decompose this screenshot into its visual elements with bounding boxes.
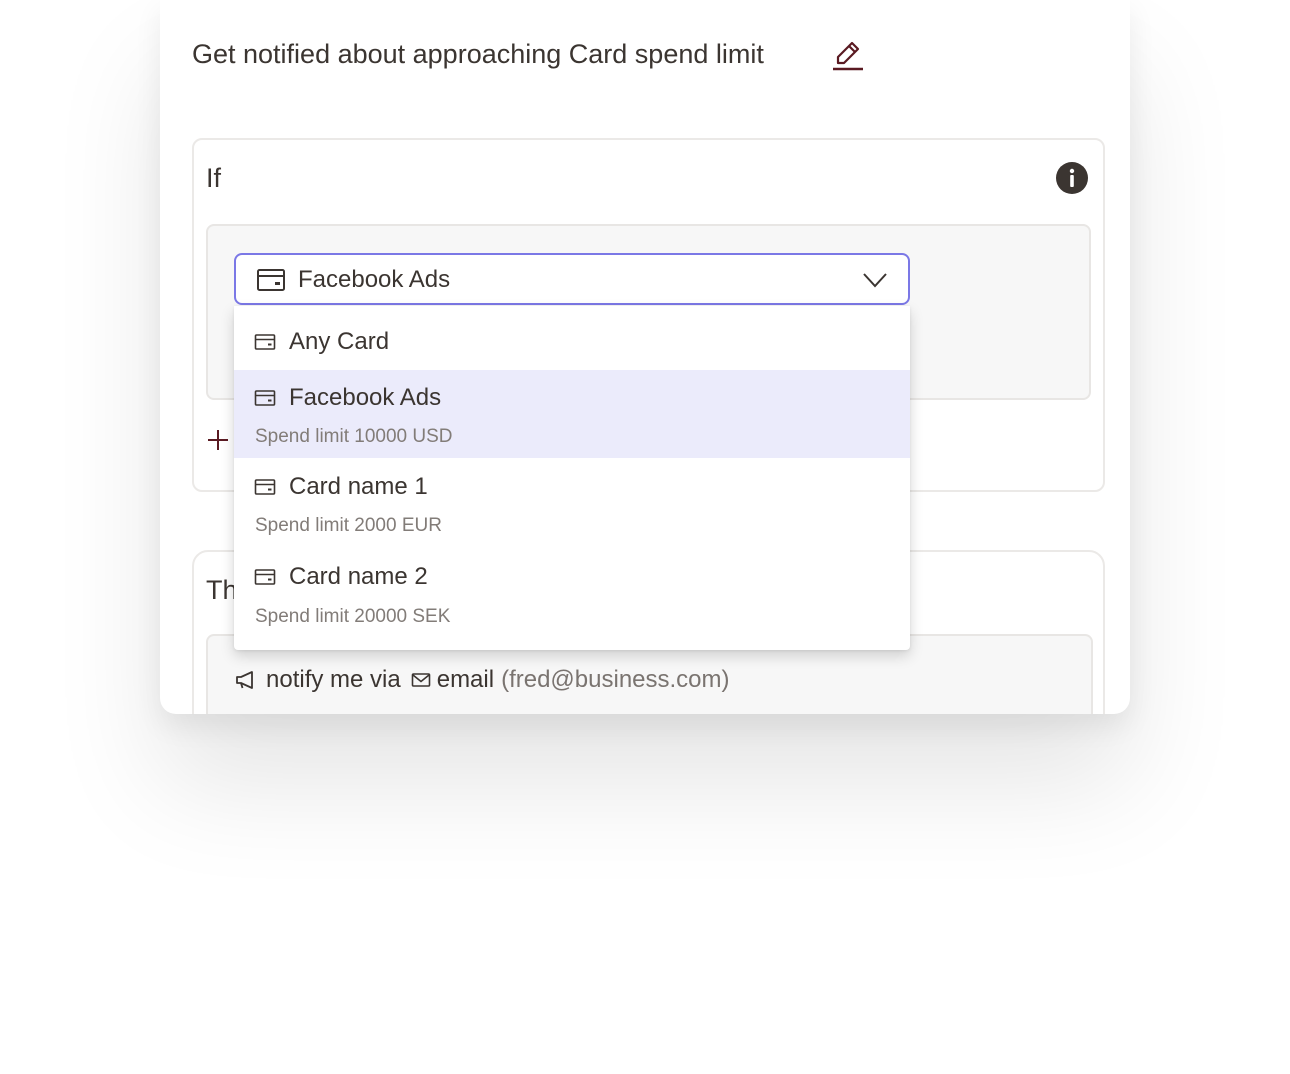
card-select-value: Facebook Ads — [298, 266, 451, 293]
megaphone-icon — [236, 671, 253, 689]
option-spend-limit: Spend limit 20000 SEK — [255, 606, 451, 627]
then-label: Th — [206, 575, 238, 605]
credit-card-icon — [254, 334, 276, 350]
option-spend-limit: Spend limit 2000 EUR — [255, 515, 442, 536]
credit-card-icon — [254, 569, 276, 585]
notify-action[interactable]: notify me via email (fred@business.com) — [234, 666, 730, 694]
credit-card-icon — [257, 269, 285, 291]
card-select[interactable]: Facebook Ads — [234, 253, 910, 305]
option-spend-limit: Spend limit 10000 USD — [255, 426, 453, 447]
info-icon[interactable] — [1055, 161, 1089, 195]
dropdown-option-any-card[interactable]: Any Card — [234, 306, 910, 370]
plus-icon[interactable] — [206, 428, 230, 452]
option-name: Card name 1 — [289, 473, 428, 500]
credit-card-icon — [254, 390, 276, 406]
option-name: Any Card — [289, 328, 390, 355]
option-name: Card name 2 — [289, 563, 428, 590]
credit-card-icon — [254, 479, 276, 495]
pencil-icon[interactable] — [830, 36, 866, 72]
notify-prefix: notify me via — [266, 666, 401, 693]
dropdown-option-card-name-1[interactable]: Card name 1 Spend limit 2000 EUR — [234, 458, 910, 548]
dropdown-option-card-name-2[interactable]: Card name 2 Spend limit 20000 SEK — [234, 548, 910, 650]
channel-label: email — [436, 666, 495, 693]
chevron-down-icon[interactable] — [862, 268, 888, 292]
card-dropdown-menu: Any Card Facebook Ads Spend limit 10000 … — [234, 306, 910, 650]
dropdown-option-facebook-ads[interactable]: Facebook Ads Spend limit 10000 USD — [234, 370, 910, 458]
rule-title: Get notified about approaching Card spen… — [192, 39, 764, 69]
email-address: (fred@business.com) — [501, 666, 730, 693]
option-name: Facebook Ads — [289, 384, 442, 411]
page: Get notified about approaching Card spen… — [0, 0, 1290, 1074]
if-label: If — [206, 163, 222, 193]
mail-icon — [411, 673, 431, 687]
